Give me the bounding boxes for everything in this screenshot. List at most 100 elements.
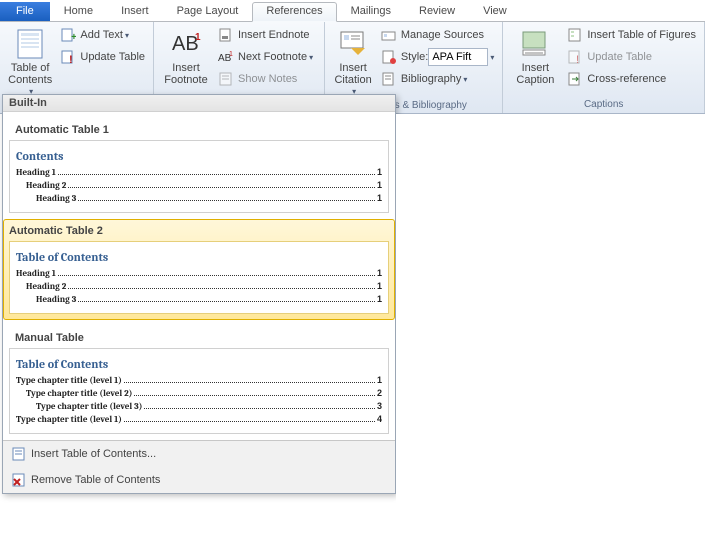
style-select[interactable]	[428, 48, 488, 66]
insert-toc-label: Insert Table of Contents...	[31, 448, 156, 460]
table-of-contents-label: Table of Contents	[8, 62, 52, 86]
chevron-down-icon: ▾	[125, 31, 129, 40]
show-notes-icon	[218, 71, 234, 87]
toc-entry-label: Heading 1	[16, 168, 56, 178]
table-of-contents-icon	[14, 28, 46, 60]
next-footnote-label: Next Footnote	[238, 51, 307, 63]
insert-endnote-icon	[218, 27, 234, 43]
insert-caption-label: Insert Caption	[516, 62, 554, 86]
bibliography-label: Bibliography	[401, 73, 462, 85]
toc-leader-dots	[134, 395, 375, 396]
toc-leader-dots	[124, 382, 375, 383]
toc-leader-dots	[58, 275, 375, 276]
gallery-item-manual-table[interactable]: Manual Table Table of Contents Type chap…	[3, 320, 395, 440]
toc-line: Heading 2 1	[16, 281, 382, 292]
toc-leader-dots	[68, 288, 375, 289]
insert-footnote-button[interactable]: AB1 Insert Footnote	[158, 24, 214, 86]
gallery-item-automatic-table-1[interactable]: Automatic Table 1 Contents Heading 11Hea…	[3, 112, 395, 219]
tab-home[interactable]: Home	[50, 2, 107, 21]
tab-review[interactable]: Review	[405, 2, 469, 21]
gallery-item-title: Automatic Table 1	[9, 118, 389, 140]
insert-endnote-button[interactable]: Insert Endnote	[214, 24, 317, 46]
toc-leader-dots	[78, 200, 375, 201]
update-table-figures-label: Update Table	[587, 51, 652, 63]
chevron-down-icon[interactable]: ▾	[490, 53, 494, 62]
update-table-icon: !	[60, 49, 76, 65]
toc-entry-label: Type chapter title (level 2)	[26, 389, 132, 399]
toc-page-number: 1	[377, 281, 382, 291]
style-icon	[381, 49, 397, 65]
cross-reference-label: Cross-reference	[587, 73, 666, 85]
insert-caption-button[interactable]: Insert Caption	[507, 24, 563, 86]
next-footnote-button[interactable]: AB1 Next Footnote ▾	[214, 46, 317, 68]
insert-table-of-figures-button[interactable]: Insert Table of Figures	[563, 24, 700, 46]
toc-page-number: 1	[377, 375, 382, 385]
remove-toc-label: Remove Table of Contents	[31, 474, 160, 486]
update-table-figures-button[interactable]: ! Update Table	[563, 46, 700, 68]
tab-view[interactable]: View	[469, 2, 521, 21]
cross-reference-button[interactable]: Cross-reference	[563, 68, 700, 90]
toc-page-number: 1	[377, 268, 382, 278]
toc-line: Heading 31	[16, 294, 382, 305]
insert-toc-icon	[11, 446, 27, 462]
group-captions: Insert Caption Insert Table of Figures !…	[503, 22, 705, 113]
tab-references[interactable]: References	[252, 2, 336, 22]
show-notes-label: Show Notes	[238, 73, 297, 85]
next-footnote-icon: AB1	[218, 49, 234, 65]
manage-sources-icon	[381, 27, 397, 43]
table-of-contents-gallery: Built-In Automatic Table 1 Contents Head…	[2, 94, 396, 494]
gallery-item-title: Manual Table	[9, 326, 389, 348]
insert-citation-button[interactable]: Insert Citation ▾	[329, 24, 376, 98]
toc-line: Type chapter title (level 1)4	[16, 414, 382, 425]
toc-line: Type chapter title (level 2)2	[16, 388, 382, 399]
remove-table-of-contents-menuitem[interactable]: Remove Table of Contents	[3, 467, 395, 493]
toc-line: Heading 31	[16, 193, 382, 204]
toc-page-number: 1	[377, 167, 382, 177]
toc-entry-label: Type chapter title (level 1)	[16, 376, 122, 386]
add-text-icon: +	[60, 27, 76, 43]
insert-caption-icon	[519, 28, 551, 60]
table-of-figures-icon	[567, 27, 583, 43]
toc-entry-label: Heading 1	[16, 269, 56, 279]
toc-line: Type chapter title (level 1) 1	[16, 375, 382, 386]
preview-heading: Contents	[16, 149, 382, 163]
svg-text:!: !	[69, 54, 73, 65]
tab-file[interactable]: File	[0, 2, 50, 21]
toc-page-number: 1	[377, 180, 382, 190]
insert-table-of-figures-label: Insert Table of Figures	[587, 29, 696, 41]
insert-table-of-contents-menuitem[interactable]: Insert Table of Contents...	[3, 441, 395, 467]
bibliography-button[interactable]: Bibliography ▾	[377, 68, 499, 90]
preview-heading: Table of Contents	[16, 250, 382, 264]
toc-page-number: 1	[377, 294, 382, 304]
gallery-item-automatic-table-2[interactable]: Automatic Table 2 Table of Contents Head…	[3, 219, 395, 320]
insert-footnote-label: Insert Footnote	[164, 62, 207, 86]
toc-line: Heading 1 1	[16, 167, 382, 178]
group-label-captions: Captions	[507, 97, 700, 113]
manage-sources-button[interactable]: Manage Sources	[377, 24, 499, 46]
tab-page-layout[interactable]: Page Layout	[163, 2, 253, 21]
update-table-button[interactable]: ! Update Table	[56, 46, 149, 68]
update-table-icon: !	[567, 49, 583, 65]
toc-line: Heading 1 1	[16, 268, 382, 279]
toc-leader-dots	[124, 421, 375, 422]
show-notes-button[interactable]: Show Notes	[214, 68, 317, 90]
toc-entry-label: Heading 2	[26, 282, 66, 292]
gallery-item-title: Automatic Table 2	[9, 225, 389, 241]
toc-leader-dots	[68, 187, 375, 188]
toc-leader-dots	[58, 174, 375, 175]
document-area[interactable]	[396, 114, 705, 537]
toc-preview: Contents Heading 11Heading 21Heading 31	[9, 140, 389, 213]
tab-insert[interactable]: Insert	[107, 2, 163, 21]
toc-preview: Table of Contents Heading 11Heading 21He…	[9, 241, 389, 314]
add-text-button[interactable]: + Add Text ▾	[56, 24, 149, 46]
chevron-down-icon: ▾	[309, 53, 313, 62]
gallery-footer: Insert Table of Contents... Remove Table…	[3, 440, 395, 493]
tab-mailings[interactable]: Mailings	[337, 2, 405, 21]
svg-text:1: 1	[229, 51, 233, 58]
toc-page-number: 4	[377, 414, 382, 424]
insert-endnote-label: Insert Endnote	[238, 29, 310, 41]
svg-text:1: 1	[195, 32, 201, 43]
toc-page-number: 3	[377, 401, 382, 411]
table-of-contents-button[interactable]: Table of Contents ▾	[4, 24, 56, 98]
update-table-label: Update Table	[80, 51, 145, 63]
